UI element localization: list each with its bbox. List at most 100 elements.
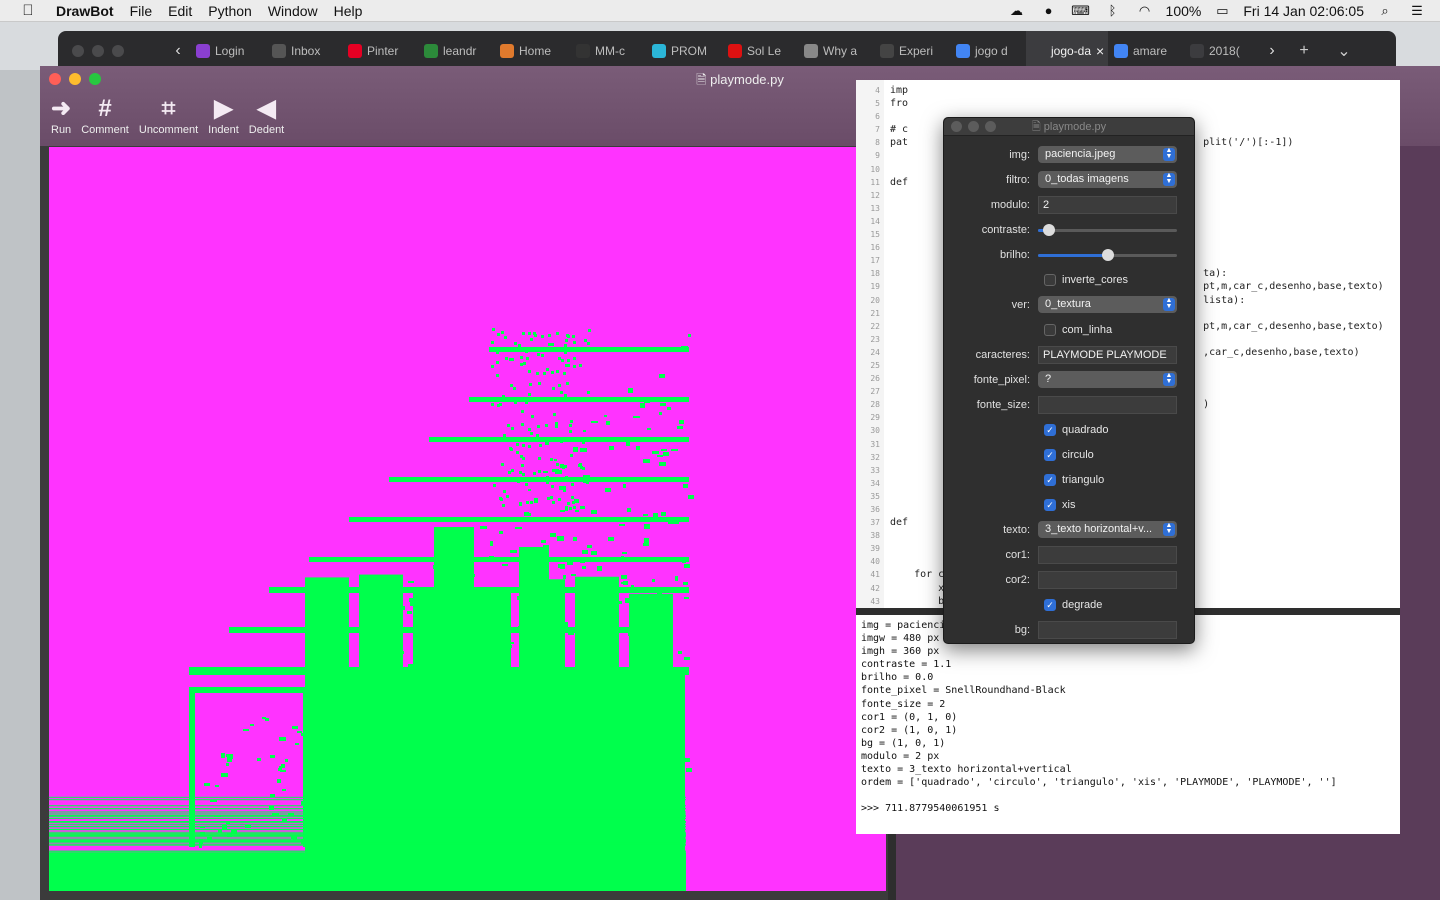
battery-percent[interactable]: 100% <box>1166 3 1202 19</box>
artwork-pixel <box>650 719 657 722</box>
degrade-checkbox[interactable]: ✓ degrade <box>1044 598 1102 611</box>
new-tab-icon[interactable]: + <box>1284 42 1324 60</box>
browser-tab[interactable]: Login <box>190 31 266 71</box>
cor1-color-well[interactable] <box>1038 545 1177 564</box>
bluetooth-icon[interactable]: ᛒ <box>1102 3 1124 18</box>
browser-tab[interactable]: Why a <box>798 31 874 71</box>
artwork-pixel <box>570 420 573 423</box>
close-tab-icon[interactable]: × <box>1096 43 1104 59</box>
caracteres-field[interactable]: PLAYMODE PLAYMODE <box>1038 345 1177 364</box>
artwork-pixel <box>603 637 609 641</box>
row-modulo: modulo: 2 <box>944 192 1196 217</box>
browser-tab[interactable]: PROM <box>646 31 722 71</box>
apple-icon[interactable]:  <box>0 2 56 19</box>
artwork-pixel <box>282 789 286 791</box>
artwork-pixel <box>408 581 414 583</box>
com-linha-checkbox[interactable]: com_linha <box>1044 323 1112 336</box>
browser-tab[interactable]: jogo-da × <box>1026 31 1108 71</box>
triangulo-checkbox[interactable]: ✓ triangulo <box>1044 473 1104 486</box>
browser-tab[interactable]: 2018( <box>1184 31 1260 71</box>
panel-minimize-button[interactable] <box>968 121 979 132</box>
artwork-pixel <box>560 440 563 443</box>
control-center-icon[interactable]: ☰ <box>1406 3 1428 19</box>
tabs-scroll-left-icon[interactable]: ‹ <box>166 42 190 60</box>
fonte-pixel-popup[interactable]: ? ▲ ▼ <box>1038 371 1177 388</box>
browser-tab[interactable]: Experi <box>874 31 950 71</box>
run-button[interactable]: ➜ Run <box>46 94 76 136</box>
img-popup[interactable]: paciencia.jpeg ▲ ▼ <box>1038 146 1177 163</box>
code-line[interactable]: imp <box>890 84 1384 97</box>
indent-button[interactable]: ▶ Indent <box>203 94 244 136</box>
dedent-button[interactable]: ◀ Dedent <box>244 94 289 136</box>
cor2-color-well[interactable] <box>1038 570 1177 589</box>
clock[interactable]: Fri 14 Jan 02:06:05 <box>1243 3 1364 19</box>
artwork-pixel <box>580 560 585 563</box>
tabs-scroll-right-icon[interactable]: › <box>1260 42 1284 60</box>
artwork-pixel <box>442 742 447 746</box>
artwork-pixel <box>653 600 658 604</box>
keyboard-icon[interactable]: ⌨ <box>1070 3 1092 19</box>
artwork-pixel <box>531 415 534 418</box>
browser-tab[interactable]: Sol Le <box>722 31 798 71</box>
code-line[interactable]: fro <box>890 97 1384 110</box>
menu-help[interactable]: Help <box>326 3 371 19</box>
browser-tab[interactable]: MM-c <box>570 31 646 71</box>
contraste-slider[interactable] <box>1038 221 1177 239</box>
modulo-field[interactable]: 2 <box>1038 195 1177 214</box>
panel-zoom-button[interactable] <box>985 121 996 132</box>
artwork-pixel <box>536 372 539 375</box>
xis-checkbox[interactable]: ✓ xis <box>1044 498 1075 511</box>
artwork-pixel <box>563 575 566 579</box>
artwork-pixel <box>489 640 493 643</box>
circle-status-icon[interactable]: ● <box>1038 3 1060 18</box>
artwork-pixel <box>677 426 683 429</box>
slider-knob[interactable] <box>1043 223 1056 236</box>
artwork-pixel <box>496 351 499 354</box>
line-number: 37 <box>870 518 880 528</box>
filtro-popup[interactable]: 0_todas imagens ▲ ▼ <box>1038 171 1177 188</box>
artwork-stripe <box>49 844 686 846</box>
browser-tab[interactable]: Home <box>494 31 570 71</box>
circulo-checkbox[interactable]: ✓ circulo <box>1044 448 1094 461</box>
creative-cloud-icon[interactable]: ☁ <box>1006 3 1028 19</box>
artwork-pixel <box>553 413 556 416</box>
tab-list-chevron-icon[interactable]: ⌄ <box>1324 41 1364 61</box>
slider-knob[interactable] <box>1101 248 1114 261</box>
menu-python[interactable]: Python <box>200 3 260 19</box>
battery-icon[interactable]: ▭ <box>1211 3 1233 19</box>
wifi-icon[interactable]: ◠ <box>1134 3 1156 19</box>
menu-file[interactable]: File <box>122 3 161 19</box>
panel-close-button[interactable] <box>951 121 962 132</box>
menu-edit[interactable]: Edit <box>160 3 200 19</box>
artwork-pixel <box>679 420 684 424</box>
browser-tab[interactable]: jogo d <box>950 31 1026 71</box>
artwork-pixel <box>576 662 580 666</box>
menu-app-name[interactable]: DrawBot <box>56 3 122 19</box>
browser-tab[interactable]: amare <box>1108 31 1184 71</box>
artwork-pixel <box>336 739 342 743</box>
quadrado-checkbox[interactable]: ✓ quadrado <box>1044 423 1109 436</box>
browser-tab[interactable]: Inbox <box>266 31 342 71</box>
uncomment-button[interactable]: ⌗ Uncomment <box>134 94 203 136</box>
menu-window[interactable]: Window <box>260 3 326 19</box>
browser-tab[interactable]: Pinter <box>342 31 418 71</box>
comment-button[interactable]: # Comment <box>76 94 134 136</box>
artwork-pixel <box>679 803 682 807</box>
artwork-pixel <box>657 455 663 457</box>
bg-color-well[interactable] <box>1038 620 1177 639</box>
texto-popup[interactable]: 3_texto horizontal+v... ▲ ▼ <box>1038 521 1177 538</box>
browser-tab[interactable]: leandr <box>418 31 494 71</box>
fonte-size-field[interactable] <box>1038 395 1177 414</box>
artwork-stripe <box>49 858 686 860</box>
spotlight-search-icon[interactable]: ⌕ <box>1374 3 1396 19</box>
drawing-canvas[interactable] <box>49 147 886 891</box>
brilho-slider[interactable] <box>1038 246 1177 264</box>
console-line: >>> 711.8779540061951 s <box>861 803 1000 815</box>
artwork-stripe <box>49 838 686 840</box>
artwork-pixel <box>573 357 576 360</box>
ver-popup[interactable]: 0_textura ▲ ▼ <box>1038 296 1177 313</box>
checked-checkbox-icon: ✓ <box>1044 423 1056 436</box>
artwork-pixel <box>552 387 555 390</box>
output-console[interactable]: img = paciencia.jpeg imgw = 480 px imgh = … <box>856 615 1400 834</box>
inverte-cores-checkbox[interactable]: inverte_cores <box>1044 273 1128 286</box>
